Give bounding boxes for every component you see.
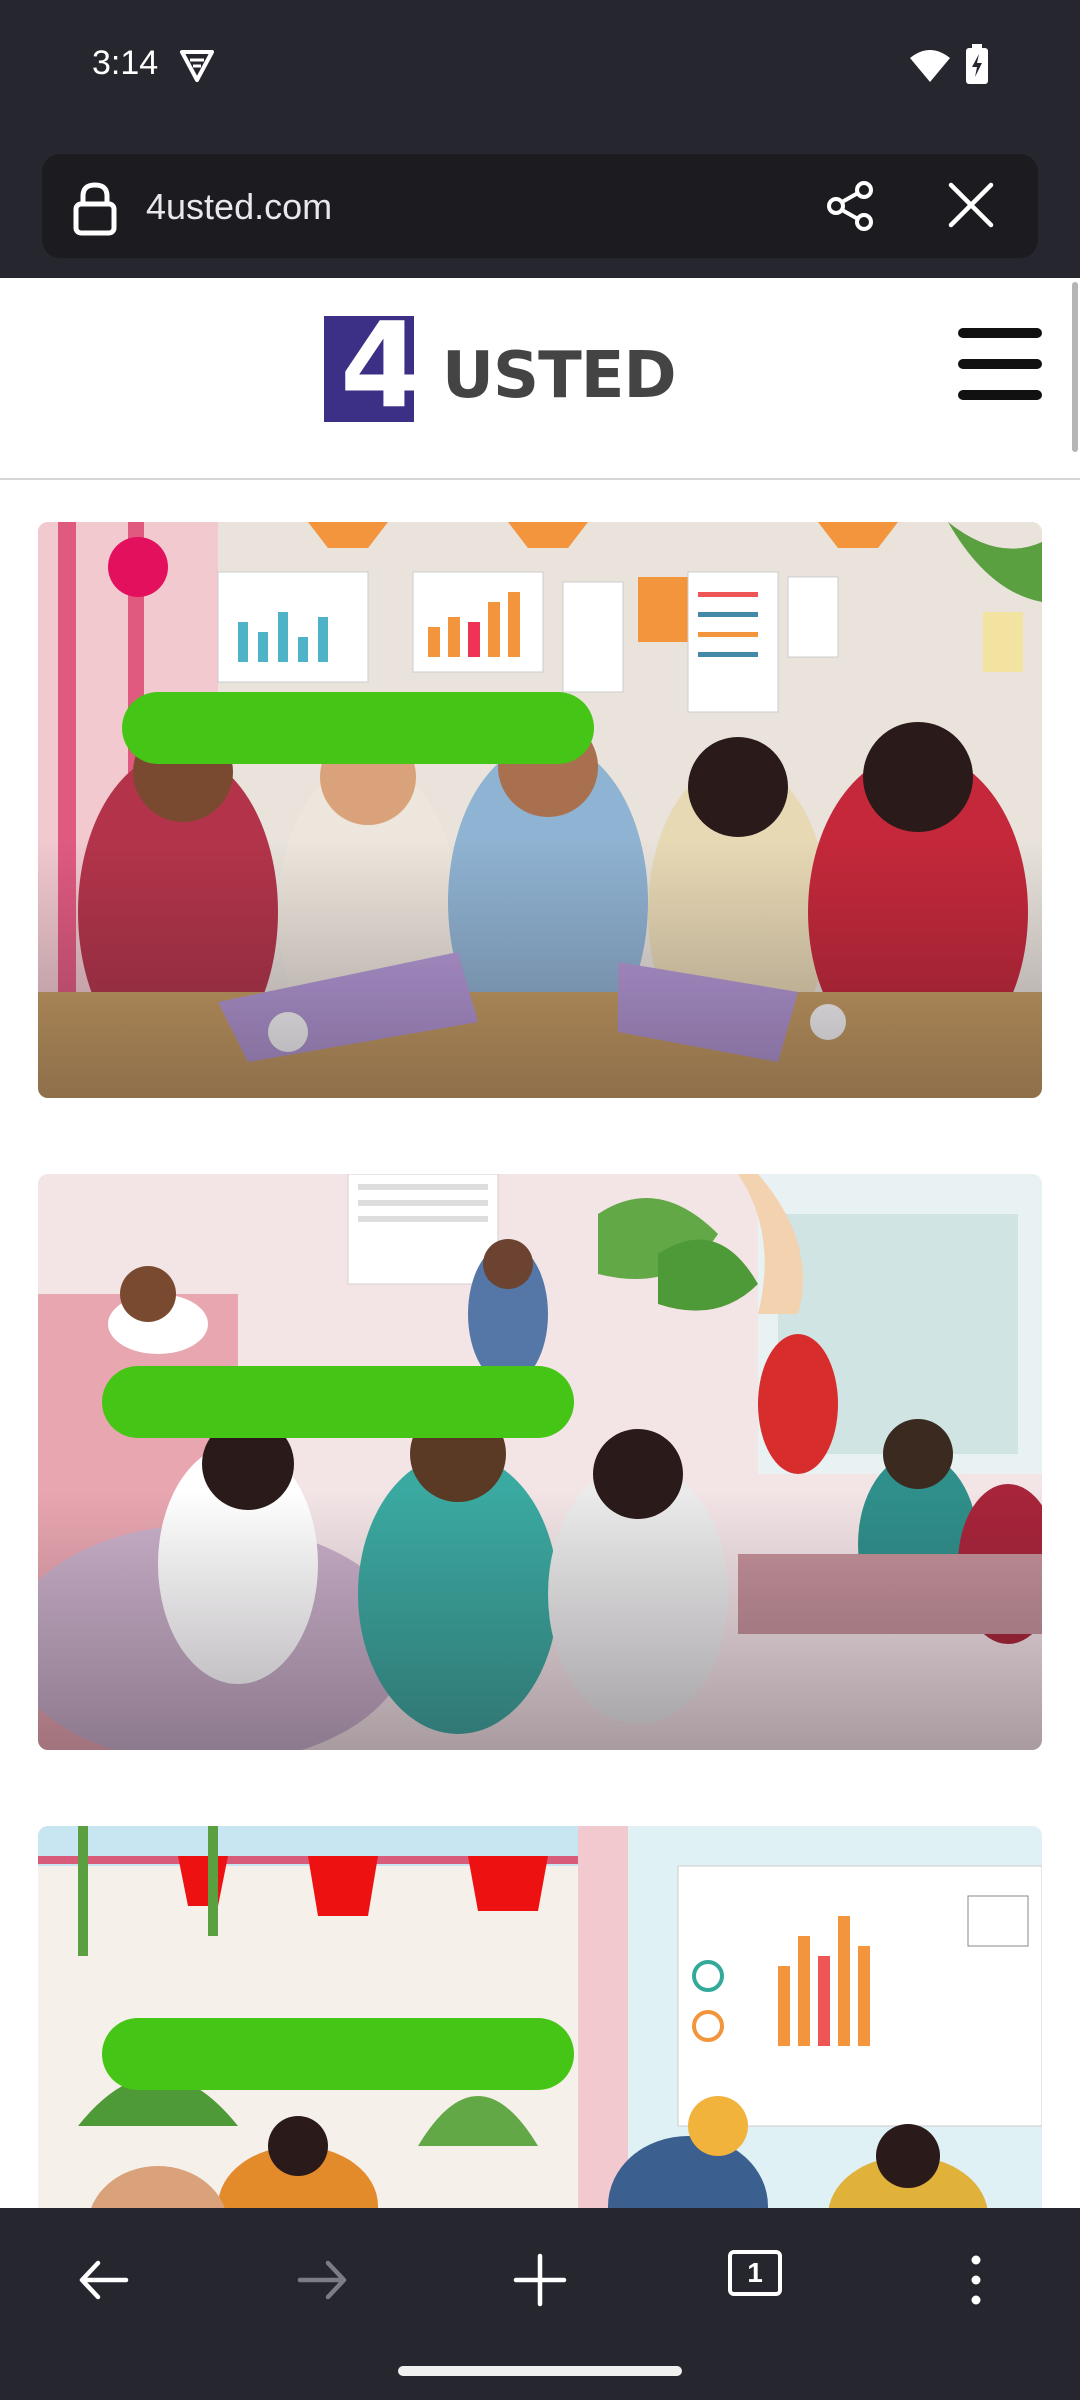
status-time: 3:14: [92, 44, 159, 82]
home-indicator[interactable]: [398, 2366, 682, 2376]
browser-toolbar: 4usted.com: [0, 140, 1080, 278]
status-bar: 3:14: [0, 0, 1080, 140]
tab-switcher-icon[interactable]: 1: [728, 2250, 788, 2310]
hamburger-menu-icon[interactable]: [958, 328, 1042, 400]
article-title-highlight[interactable]: [102, 2018, 574, 2090]
new-tab-plus-icon[interactable]: [510, 2250, 570, 2310]
browser-bottom-nav: 1: [0, 2208, 1080, 2400]
article-title-highlight[interactable]: [122, 692, 594, 764]
scrollbar[interactable]: [1072, 282, 1078, 452]
site-logo[interactable]: 4 USTED: [324, 306, 677, 426]
vpn-icon: [180, 50, 214, 82]
article-image[interactable]: [38, 1826, 1042, 2208]
forward-arrow-icon[interactable]: [292, 2250, 352, 2310]
wifi-icon: [910, 50, 950, 82]
article-card[interactable]: [38, 1174, 1042, 1750]
more-options-icon[interactable]: [946, 2250, 1006, 2310]
lock-icon[interactable]: [72, 182, 118, 236]
site-header: 4 USTED: [0, 278, 1080, 480]
article-card[interactable]: [38, 522, 1042, 1098]
battery-charging-icon: [966, 44, 988, 84]
web-page: 4 USTED: [0, 278, 1080, 2208]
address-bar[interactable]: 4usted.com: [42, 154, 1038, 258]
article-card[interactable]: [38, 1826, 1042, 2208]
logo-mark: 4: [324, 306, 434, 424]
logo-four: 4: [340, 296, 423, 434]
close-icon[interactable]: [946, 180, 996, 230]
back-arrow-icon[interactable]: [74, 2250, 134, 2310]
share-icon[interactable]: [822, 178, 878, 234]
url-text[interactable]: 4usted.com: [146, 186, 332, 228]
tab-count: 1: [728, 2250, 782, 2296]
article-title-highlight[interactable]: [102, 1366, 574, 1438]
logo-text: USTED: [442, 339, 677, 413]
